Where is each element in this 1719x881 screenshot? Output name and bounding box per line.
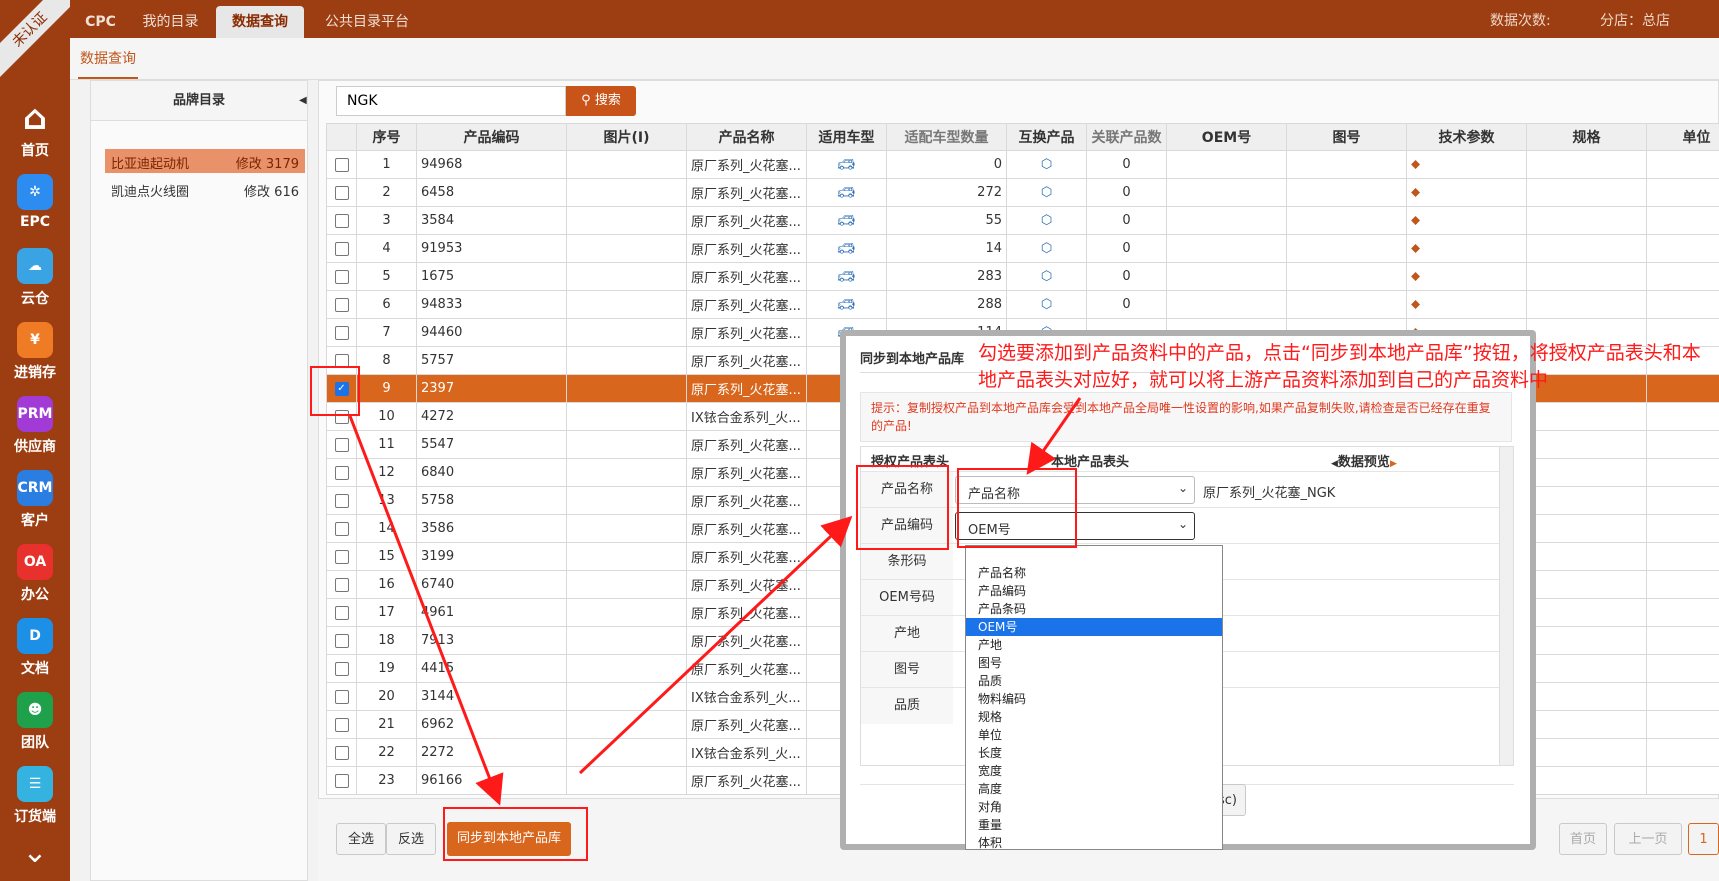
arrow-sync-to-modal: [578, 515, 853, 775]
arrow-checkbox-to-sync: [348, 415, 504, 806]
arrow-text-to-local: [1026, 397, 1082, 475]
annotation-arrows: [348, 397, 1082, 806]
